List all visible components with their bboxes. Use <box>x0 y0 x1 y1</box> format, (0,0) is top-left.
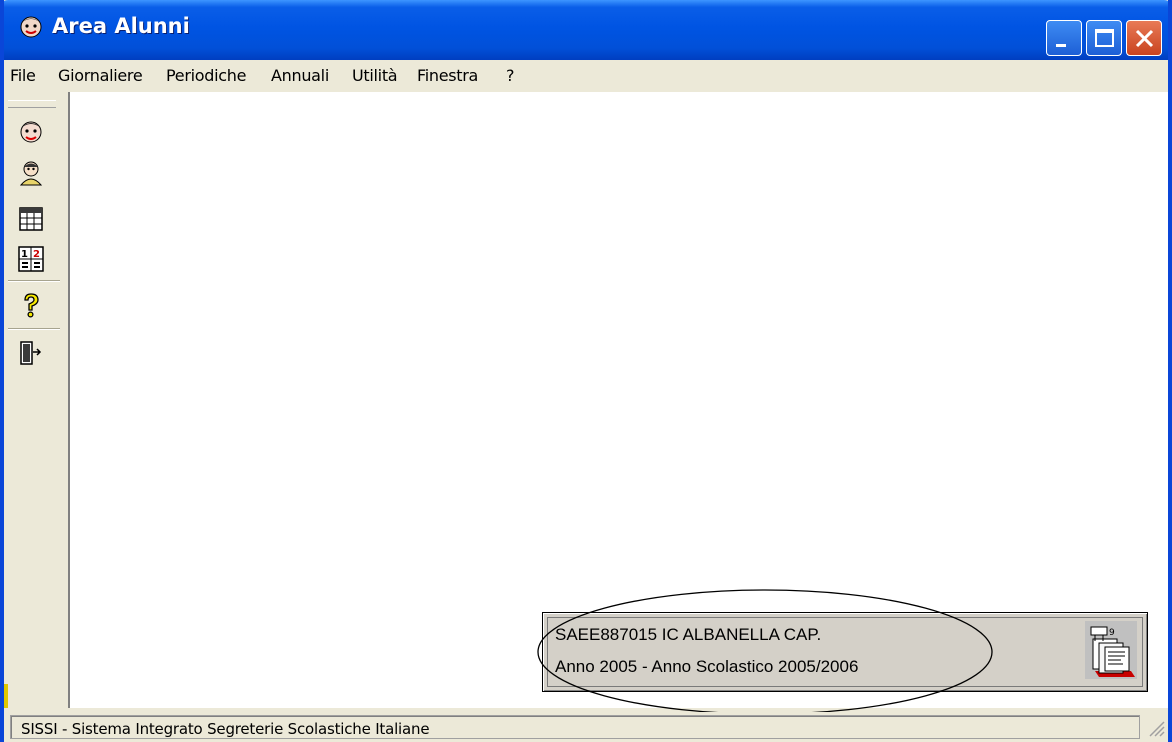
resize-grip-icon[interactable] <box>1144 716 1166 738</box>
svg-text:2: 2 <box>33 249 40 260</box>
status-pane: SISSI - Sistema Integrato Segreterie Sco… <box>10 715 1140 739</box>
close-icon <box>1135 29 1154 48</box>
edge-marker <box>4 684 8 708</box>
student-face-icon <box>20 16 42 38</box>
maximize-icon <box>1095 29 1114 47</box>
menu-giornaliere[interactable]: Giornaliere <box>58 66 143 85</box>
menu-bar: File Giornaliere Periodiche Annuali Util… <box>4 60 1168 90</box>
calendar-grid-icon[interactable] <box>16 204 46 234</box>
person-icon[interactable] <box>16 158 46 188</box>
toolbar-separator <box>8 328 60 330</box>
svg-text:1: 1 <box>21 249 28 260</box>
main-window: Area Alunni File Giornaliere Periodiche … <box>0 0 1172 742</box>
menu-finestra[interactable]: Finestra <box>417 66 478 85</box>
numbered-list-icon[interactable]: 1 2 <box>16 244 46 274</box>
toolbar-separator <box>8 280 60 282</box>
school-documents-icon[interactable]: 9 <box>1085 621 1137 679</box>
maximize-button[interactable] <box>1086 20 1122 56</box>
minimize-button[interactable] <box>1046 20 1082 56</box>
title-bar[interactable]: Area Alunni <box>4 0 1168 60</box>
exit-door-icon[interactable] <box>16 338 46 368</box>
menu-utilita[interactable]: Utilità <box>352 66 398 85</box>
status-bar: SISSI - Sistema Integrato Segreterie Sco… <box>4 712 1168 742</box>
school-code-name: SAEE887015 IC ALBANELLA CAP. <box>555 625 822 644</box>
school-year-info: Anno 2005 - Anno Scolastico 2005/2006 <box>555 657 859 676</box>
menu-file[interactable]: File <box>10 66 36 85</box>
svg-text:9: 9 <box>1109 628 1115 638</box>
vertical-toolbar: 1 2 <box>4 94 66 380</box>
window-title: Area Alunni <box>52 14 190 38</box>
help-icon[interactable] <box>16 290 46 320</box>
student-face-icon[interactable] <box>16 116 46 146</box>
close-button[interactable] <box>1126 20 1162 56</box>
toolbar-grip[interactable] <box>8 100 56 108</box>
school-info-panel: SAEE887015 IC ALBANELLA CAP. Anno 2005 -… <box>542 612 1148 692</box>
menu-help[interactable]: ? <box>506 66 515 85</box>
minimize-icon <box>1056 44 1066 47</box>
menu-annuali[interactable]: Annuali <box>271 66 329 85</box>
status-text: SISSI - Sistema Integrato Segreterie Sco… <box>21 720 430 738</box>
menu-periodiche[interactable]: Periodiche <box>166 66 246 85</box>
